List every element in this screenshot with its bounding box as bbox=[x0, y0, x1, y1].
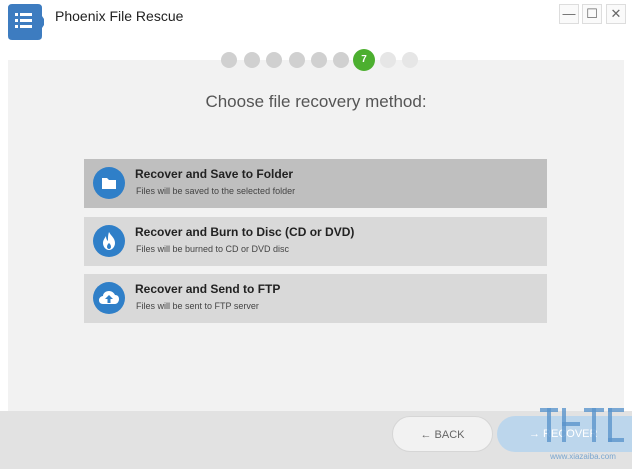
step-dot bbox=[333, 52, 349, 68]
maximize-button[interactable]: ☐ bbox=[582, 4, 602, 24]
page-heading: Choose file recovery method: bbox=[205, 92, 427, 111]
watermark-text: www.xiazaiba.com bbox=[550, 452, 616, 461]
step-dot bbox=[266, 52, 282, 68]
close-button[interactable]: ✕ bbox=[606, 4, 626, 24]
option-save-to-folder[interactable]: Recover and Save to Folder Files will be… bbox=[84, 159, 547, 208]
flame-icon bbox=[93, 225, 125, 257]
option-burn-to-disc[interactable]: Recover and Burn to Disc (CD or DVD) Fil… bbox=[84, 217, 547, 266]
app-logo-icon bbox=[8, 4, 44, 40]
step-indicator: 7 bbox=[0, 48, 632, 72]
minimize-button[interactable]: — bbox=[559, 4, 579, 24]
option-title: Recover and Send to FTP bbox=[135, 282, 281, 296]
step-dot bbox=[244, 52, 260, 68]
cloud-upload-icon bbox=[93, 282, 125, 314]
option-send-to-ftp[interactable]: Recover and Send to FTP Files will be se… bbox=[84, 274, 547, 323]
step-dot bbox=[221, 52, 237, 68]
option-title: Recover and Save to Folder bbox=[135, 167, 294, 181]
step-dot-active: 7 bbox=[353, 49, 375, 71]
step-dot bbox=[289, 52, 305, 68]
step-dot bbox=[402, 52, 418, 68]
watermark-logo-icon bbox=[540, 408, 624, 442]
option-subtitle: Files will be sent to FTP server bbox=[136, 301, 259, 311]
back-button[interactable]: ← BACK bbox=[392, 416, 493, 452]
step-dot bbox=[311, 52, 327, 68]
title-bar: Phoenix File Rescue — ☐ ✕ bbox=[0, 0, 632, 40]
step-dot bbox=[380, 52, 396, 68]
watermark: www.xiazaiba.com bbox=[538, 402, 628, 464]
app-title: Phoenix File Rescue bbox=[55, 8, 184, 24]
folder-icon bbox=[93, 167, 125, 199]
option-title: Recover and Burn to Disc (CD or DVD) bbox=[135, 225, 355, 239]
option-subtitle: Files will be saved to the selected fold… bbox=[136, 186, 296, 196]
option-subtitle: Files will be burned to CD or DVD disc bbox=[136, 244, 290, 254]
